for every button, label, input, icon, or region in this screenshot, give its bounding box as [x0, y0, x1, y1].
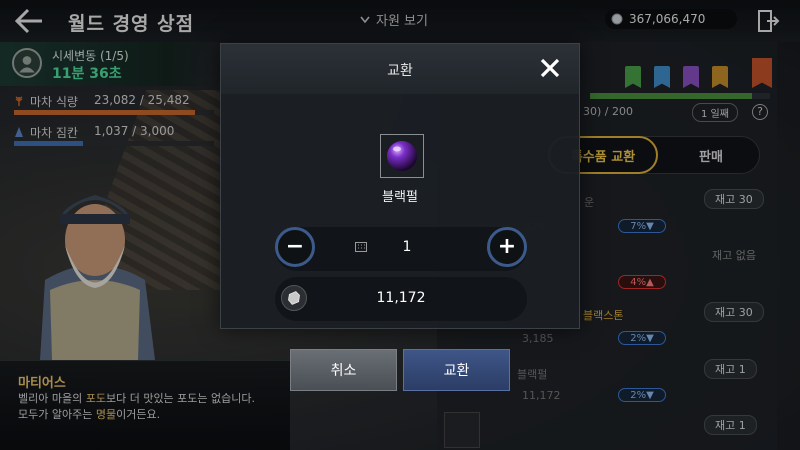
close-icon[interactable] — [539, 57, 561, 79]
quantity-value[interactable]: 1 — [397, 239, 417, 255]
increase-button[interactable]: + — [487, 227, 527, 267]
plus-icon: + — [497, 234, 517, 259]
decrease-button[interactable]: − — [275, 227, 315, 267]
exchange-confirm-button[interactable]: 교환 — [403, 349, 510, 391]
item-icon-frame — [380, 134, 424, 178]
black-pearl-icon — [387, 141, 417, 171]
keypad-icon[interactable] — [355, 242, 367, 252]
cancel-button[interactable]: 취소 — [290, 349, 397, 391]
modal-title: 교환 — [387, 63, 413, 79]
exchange-modal: 교환 블랙펄 − + 1 11,172 — [220, 43, 580, 329]
cost-value: 11,172 — [376, 290, 426, 306]
item-name: 블랙펄 — [382, 190, 418, 205]
minus-icon: − — [285, 234, 305, 259]
